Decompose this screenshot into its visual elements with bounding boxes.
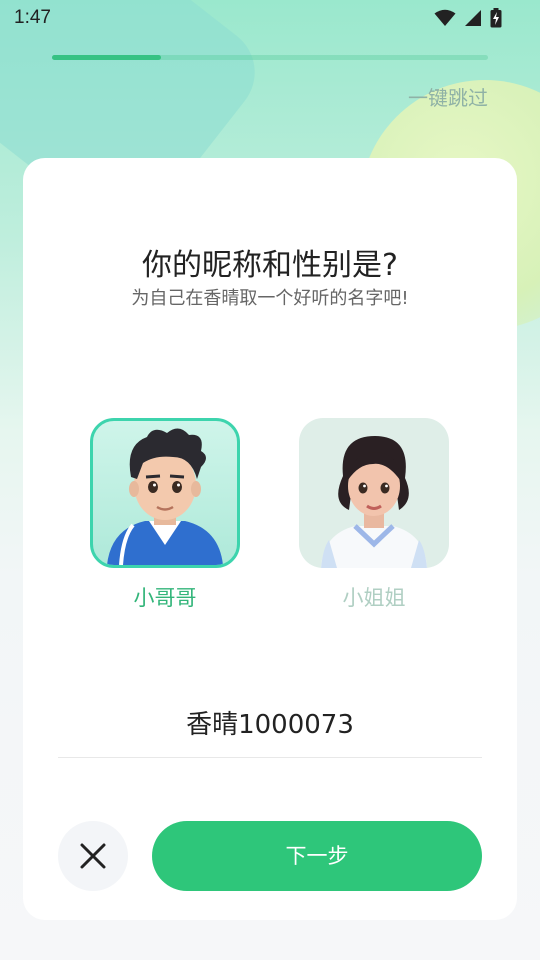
female-avatar-image — [321, 436, 427, 568]
skip-button[interactable]: 一键跳过 — [408, 82, 488, 111]
status-icons — [434, 8, 502, 32]
onboarding-progress — [52, 55, 488, 60]
page-subtitle: 为自己在香晴取一个好听的名字吧! — [131, 288, 409, 309]
progress-fill — [52, 55, 161, 60]
male-option-label[interactable]: 小哥哥 — [90, 582, 240, 612]
wifi-icon — [434, 9, 456, 31]
status-time: 1:47 — [14, 7, 51, 28]
next-button[interactable]: 下一步 — [152, 821, 482, 891]
nickname-input[interactable]: 香晴1000073 — [58, 693, 482, 758]
close-button[interactable] — [58, 821, 128, 891]
page-title: 你的昵称和性别是? — [142, 248, 398, 283]
male-avatar-option[interactable] — [90, 418, 240, 568]
signal-icon — [464, 9, 482, 31]
status-bar: 1:47 — [0, 0, 540, 36]
profile-card: 你的昵称和性别是? 为自己在香晴取一个好听的名字吧! 小哥哥 小姐姐 香晴100… — [23, 158, 517, 920]
female-avatar-option[interactable] — [299, 418, 449, 568]
battery-charging-icon — [490, 8, 502, 32]
male-avatar-image — [107, 428, 223, 565]
close-icon — [80, 843, 106, 869]
female-option-label[interactable]: 小姐姐 — [299, 582, 449, 612]
